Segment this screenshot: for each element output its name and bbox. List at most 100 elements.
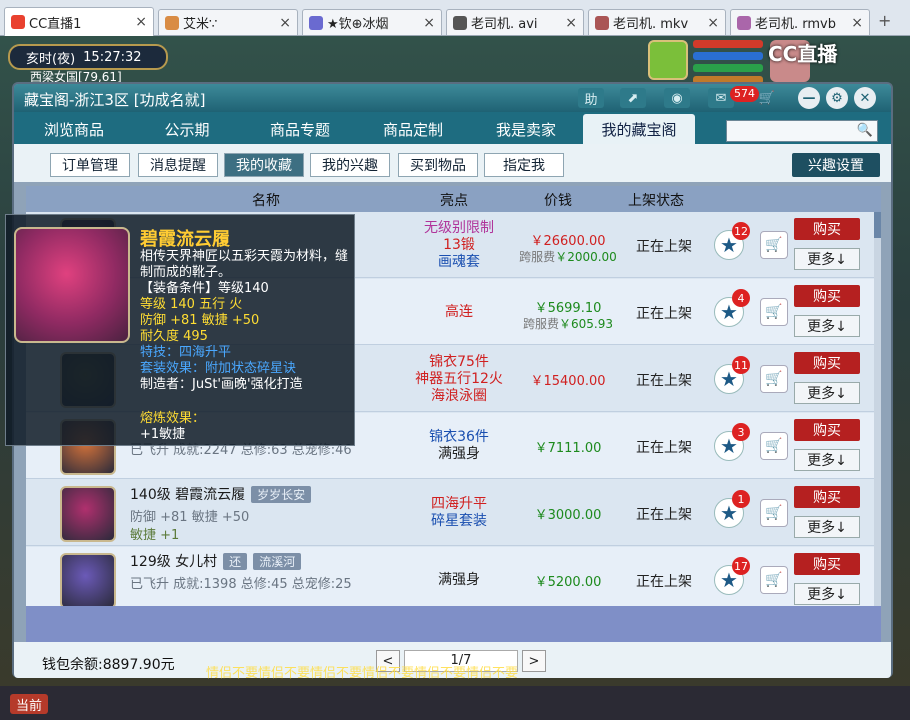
- search-icon[interactable]: 🔍: [857, 123, 873, 138]
- tooltip-stat-line: 套装效果：附加状态碎星诀: [140, 361, 297, 376]
- col-name: 名称: [252, 193, 280, 209]
- browser-tab-title: 老司机. avi: [471, 17, 538, 32]
- item-price: ￥5699.10: [534, 301, 602, 316]
- buy-button[interactable]: 购买: [794, 419, 860, 441]
- cc-watermark: CC直播: [768, 42, 838, 66]
- buy-button[interactable]: 购买: [794, 285, 860, 307]
- scroll-thumb[interactable]: [874, 212, 881, 238]
- close-tab-icon[interactable]: ×: [707, 15, 719, 31]
- listing-status: 正在上架: [636, 574, 692, 590]
- more-button[interactable]: 更多↓: [794, 248, 860, 270]
- close-tab-icon[interactable]: ×: [423, 15, 435, 31]
- table-header: 名称 亮点 价钱 上架状态: [26, 186, 881, 212]
- tooltip-stat-line: 【装备条件】等级140: [140, 281, 269, 296]
- sub-tab[interactable]: 买到物品: [398, 153, 478, 177]
- cross-fee-value: ￥2000.00: [555, 250, 617, 264]
- item-thumbnail[interactable]: [60, 553, 116, 606]
- cart-icon[interactable]: 🛒: [760, 566, 788, 594]
- new-tab-button[interactable]: +: [878, 11, 891, 30]
- avatar-icon: [453, 15, 467, 30]
- close-icon[interactable]: ✕: [854, 87, 876, 109]
- more-button[interactable]: 更多↓: [794, 382, 860, 404]
- nav-tab[interactable]: 公示期: [131, 114, 243, 144]
- item-price: ￥15400.00: [530, 374, 606, 389]
- highlight-text: 神器五行12火: [415, 371, 503, 387]
- col-price: 价钱: [544, 193, 572, 209]
- next-page-button[interactable]: >: [522, 650, 546, 672]
- dialog-titlebar: 藏宝阁-浙江3区 [功成名就] 助 ⬈ ◉ ✉ 574 🛒 — ⚙ ✕: [14, 84, 891, 112]
- interest-settings-button[interactable]: 兴趣设置: [792, 153, 880, 177]
- sub-tab[interactable]: 我的兴趣: [310, 153, 390, 177]
- avatar-icon: [595, 15, 609, 30]
- sub-nav: 订单管理 消息提醒 我的收藏 我的兴趣 买到物品 指定我 兴趣设置: [14, 144, 891, 182]
- server-tag: 还: [223, 553, 248, 570]
- browser-tab[interactable]: 老司机. avi ×: [446, 9, 584, 35]
- browser-tab[interactable]: 老司机. rmvb ×: [730, 9, 870, 35]
- settings-icon[interactable]: ⚙: [826, 87, 848, 109]
- cart-icon[interactable]: 🛒: [760, 432, 788, 460]
- item-name: 140级 碧霞流云履 岁岁长安: [130, 484, 312, 504]
- cart-icon[interactable]: 🛒: [754, 88, 780, 108]
- tooltip-fusion-label: 熔炼效果：: [140, 411, 206, 426]
- tooltip-item-name: 碧霞流云履: [140, 229, 230, 250]
- minimize-icon[interactable]: —: [798, 87, 820, 109]
- nav-tab[interactable]: 我是卖家: [470, 114, 582, 144]
- time-period: 亥时(夜): [26, 51, 76, 67]
- favorite-count-badge: 11: [732, 356, 750, 374]
- close-tab-icon[interactable]: ×: [851, 15, 863, 31]
- col-status: 上架状态: [628, 193, 684, 209]
- browser-tab[interactable]: CC直播1 ×: [4, 7, 154, 36]
- table-row: 140级 碧霞流云履 岁岁长安 防御 +81 敏捷 +50 敏捷 +1 四海升平 碎星套装…: [26, 480, 881, 546]
- browser-tab-title: 老司机. rmvb: [755, 17, 836, 32]
- buy-button[interactable]: 购买: [794, 486, 860, 508]
- more-button[interactable]: 更多↓: [794, 516, 860, 538]
- browser-tab[interactable]: 艾米∵ ×: [158, 9, 298, 35]
- help-icon[interactable]: 助: [578, 88, 604, 108]
- sub-tab[interactable]: 我的收藏: [224, 153, 304, 177]
- sub-tab[interactable]: 消息提醒: [138, 153, 218, 177]
- browser-tab[interactable]: ★钦⊕冰烟 ×: [302, 9, 442, 35]
- listing-status: 正在上架: [636, 306, 692, 322]
- list-scrollbar[interactable]: [874, 212, 881, 606]
- cc-icon: [11, 15, 25, 29]
- buy-button[interactable]: 购买: [794, 352, 860, 374]
- highlight-text: 无级别限制: [424, 220, 494, 236]
- close-tab-icon[interactable]: ×: [135, 14, 147, 30]
- listing-status: 正在上架: [636, 239, 692, 255]
- nav-tab[interactable]: 我的藏宝阁: [583, 114, 695, 144]
- share-icon[interactable]: ⬈: [620, 88, 646, 108]
- cross-server-fee: 跨服费￥2000.00: [512, 248, 624, 265]
- cart-icon[interactable]: 🛒: [760, 298, 788, 326]
- browser-tab[interactable]: 老司机. mkv ×: [588, 9, 726, 35]
- tooltip-description: 相传天界神匠以五彩天霞为材料，缝制而成的靴子。: [140, 249, 349, 280]
- sub-tab[interactable]: 订单管理: [50, 153, 130, 177]
- item-thumbnail[interactable]: [60, 486, 116, 542]
- more-button[interactable]: 更多↓: [794, 583, 860, 605]
- current-channel-button[interactable]: 当前: [10, 694, 48, 714]
- more-button[interactable]: 更多↓: [794, 449, 860, 471]
- close-tab-icon[interactable]: ×: [565, 15, 577, 31]
- cross-server-fee: 跨服费￥605.93: [512, 315, 624, 332]
- cart-icon[interactable]: 🛒: [760, 365, 788, 393]
- stop-icon[interactable]: ◉: [664, 88, 690, 108]
- cart-icon[interactable]: 🛒: [760, 499, 788, 527]
- pet-avatar[interactable]: [648, 40, 688, 80]
- nav-tab[interactable]: 商品定制: [357, 114, 469, 144]
- avatar-icon: [737, 15, 751, 30]
- favorite-count-badge: 1: [732, 490, 750, 508]
- favorite-count-badge: 17: [732, 557, 750, 575]
- highlight-text: 高连: [445, 304, 473, 320]
- item-title: 129级 女儿村: [130, 554, 218, 570]
- buy-button[interactable]: 购买: [794, 553, 860, 575]
- item-price: ￥7111.00: [534, 441, 602, 456]
- item-title: 140级 碧霞流云履: [130, 487, 246, 503]
- search-input[interactable]: 🔍: [726, 120, 878, 142]
- highlight-text: 锦衣36件: [429, 429, 489, 445]
- more-button[interactable]: 更多↓: [794, 315, 860, 337]
- buy-button[interactable]: 购买: [794, 218, 860, 240]
- close-tab-icon[interactable]: ×: [279, 15, 291, 31]
- nav-tab[interactable]: 商品专题: [244, 114, 356, 144]
- sub-tab[interactable]: 指定我: [484, 153, 564, 177]
- cart-icon[interactable]: 🛒: [760, 231, 788, 259]
- nav-tab[interactable]: 浏览商品: [18, 114, 130, 144]
